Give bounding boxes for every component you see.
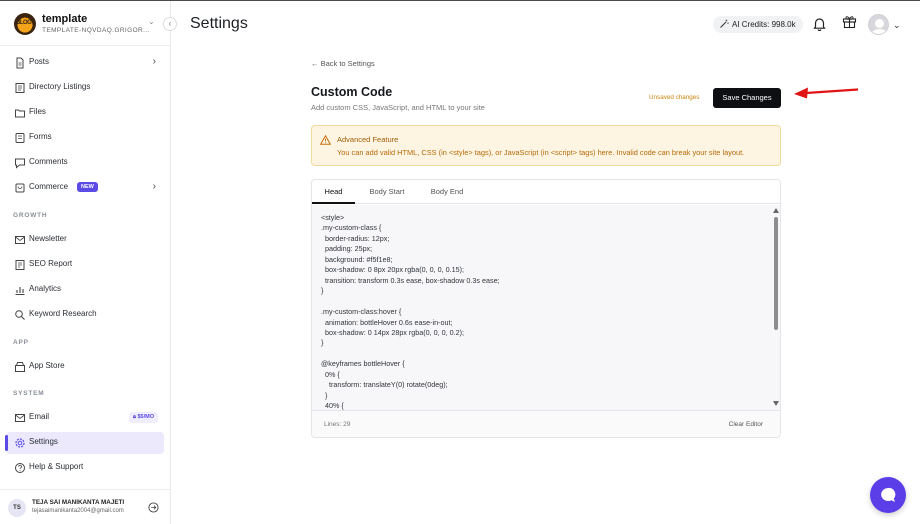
listing-icon — [15, 83, 25, 93]
sidebar-item-label: Settings — [29, 437, 58, 446]
annotation-arrow — [794, 87, 859, 99]
chevron-down-icon: ⌄ — [148, 17, 155, 26]
sidebar-item-commerce[interactable]: Commerce NEW › — [6, 177, 164, 199]
alert-text: You can add valid HTML, CSS (in <style> … — [337, 148, 745, 157]
logout-icon[interactable] — [148, 502, 159, 513]
tab-head[interactable]: Head — [312, 180, 355, 204]
section-heading-app: APP — [13, 339, 29, 346]
section-subtitle: Add custom CSS, JavaScript, and HTML to … — [311, 103, 485, 112]
cart-icon — [15, 183, 25, 193]
sidebar-item-label: Commerce — [29, 182, 69, 191]
code-content[interactable]: <style> .my-custom-class { border-radius… — [321, 213, 500, 410]
sidebar-item-keyword-research[interactable]: Keyword Research — [6, 304, 164, 326]
sidebar-item-label: SEO Report — [29, 259, 73, 268]
scrollbar[interactable] — [773, 208, 779, 406]
sidebar-item-directory-listings[interactable]: Directory Listings — [6, 77, 164, 99]
unsaved-changes-label: Unsaved changes — [649, 94, 700, 101]
divider — [0, 45, 171, 46]
new-badge: NEW — [77, 182, 98, 192]
code-textarea[interactable]: <style> .my-custom-class { border-radius… — [312, 205, 780, 410]
sidebar-item-email[interactable]: Email 🔒︎ $5/MO — [6, 407, 164, 429]
back-to-settings-link[interactable]: ← Back to Settings — [311, 59, 375, 68]
editor-tabs: Head Body Start Body End — [312, 180, 780, 204]
search-icon — [15, 310, 25, 320]
gift-icon[interactable] — [842, 14, 857, 29]
tab-body-start[interactable]: Body Start — [362, 180, 412, 204]
collapse-sidebar-button[interactable]: ‹ — [163, 17, 177, 31]
ai-credits-text: AI Credits: 998.0k — [732, 20, 796, 29]
scrollbar-thumb[interactable] — [774, 217, 778, 330]
advanced-feature-alert: Advanced Feature You can add valid HTML,… — [311, 125, 781, 166]
sidebar-item-label: Files — [29, 107, 46, 116]
sidebar-item-posts[interactable]: Posts › — [6, 52, 164, 74]
section-title: Custom Code — [311, 85, 393, 99]
user-name: TEJA SAI MANIKANTA MAJETI — [32, 499, 125, 506]
sidebar: BLOG template TEMPLATE-NQVDAQ.GRIGOR... … — [0, 1, 177, 524]
sidebar-item-files[interactable]: Files — [6, 102, 164, 124]
sidebar-item-label: App Store — [29, 361, 65, 370]
comment-icon — [15, 158, 25, 169]
save-changes-button[interactable]: Save Changes — [713, 88, 781, 108]
chevron-right-icon: › — [152, 181, 156, 192]
user-email: tejasaimanikanta2004@gmail.com — [32, 508, 124, 514]
mail-icon — [15, 414, 25, 422]
user-profile[interactable]: TS TEJA SAI MANIKANTA MAJETI tejasaimani… — [0, 495, 171, 524]
sidebar-item-label: Comments — [29, 157, 68, 166]
section-heading-growth: GROWTH — [13, 212, 48, 219]
price-badge: 🔒︎ $5/MO — [129, 412, 158, 423]
bell-icon[interactable] — [813, 17, 826, 31]
mail-icon — [15, 236, 25, 244]
sidebar-item-seo-report[interactable]: SEO Report — [6, 254, 164, 276]
sidebar-item-newsletter[interactable]: Newsletter — [6, 229, 164, 251]
chat-widget-button[interactable] — [870, 477, 906, 513]
clear-editor-button[interactable]: Clear Editor — [729, 421, 763, 428]
scroll-down-arrow-icon[interactable] — [773, 401, 779, 406]
sidebar-item-label: Keyword Research — [29, 309, 97, 318]
alert-title: Advanced Feature — [337, 135, 399, 144]
chat-bubble-icon — [881, 487, 896, 502]
help-icon — [15, 463, 25, 473]
sidebar-item-settings[interactable]: Settings — [5, 432, 164, 454]
profile-avatar[interactable] — [868, 14, 889, 35]
tab-body-end[interactable]: Body End — [422, 180, 472, 204]
sidebar-item-forms[interactable]: Forms — [6, 127, 164, 149]
sidebar-item-label: Posts — [29, 57, 50, 66]
report-icon — [15, 260, 25, 270]
section-heading-system: SYSTEM — [13, 390, 45, 397]
sidebar-item-label: Newsletter — [29, 234, 67, 243]
gear-icon — [15, 438, 25, 448]
ai-credits-badge[interactable]: AI Credits: 998.0k — [713, 16, 803, 33]
folder-icon — [15, 109, 25, 118]
scroll-up-arrow-icon[interactable] — [773, 208, 779, 213]
sidebar-item-label: Analytics — [29, 284, 62, 293]
chevron-down-icon[interactable]: ⌄ — [893, 20, 901, 31]
workspace-logo: BLOG — [14, 13, 36, 35]
sidebar-item-app-store[interactable]: App Store — [6, 356, 164, 378]
sidebar-item-comments[interactable]: Comments — [6, 152, 164, 174]
analytics-icon — [15, 287, 25, 296]
form-icon — [15, 133, 25, 143]
sidebar-item-label: Help & Support — [29, 462, 84, 471]
store-icon — [15, 362, 25, 372]
workspace-switcher[interactable]: BLOG template TEMPLATE-NQVDAQ.GRIGOR... … — [14, 11, 164, 39]
chevron-right-icon: › — [152, 56, 156, 67]
page-title: Settings — [190, 15, 248, 32]
sidebar-item-label: Directory Listings — [29, 82, 91, 91]
sidebar-item-label: Forms — [29, 132, 52, 141]
avatar: TS — [8, 499, 26, 517]
sidebar-item-label: Email — [29, 412, 50, 421]
editor-footer: Lines: 29 Clear Editor — [312, 410, 780, 437]
workspace-subdomain: TEMPLATE-NQVDAQ.GRIGOR... — [42, 27, 150, 34]
warning-icon — [320, 135, 331, 145]
sidebar-item-analytics[interactable]: Analytics — [6, 279, 164, 301]
magic-wand-icon — [720, 19, 729, 28]
file-icon — [16, 57, 24, 69]
workspace-name: template — [42, 13, 88, 25]
app-window: BLOG template TEMPLATE-NQVDAQ.GRIGOR... … — [0, 0, 920, 524]
line-count: Lines: 29 — [324, 421, 351, 428]
divider — [0, 489, 171, 490]
code-editor-panel: Head Body Start Body End <style> .my-cus… — [311, 179, 781, 438]
sidebar-item-help-support[interactable]: Help & Support — [6, 457, 164, 479]
